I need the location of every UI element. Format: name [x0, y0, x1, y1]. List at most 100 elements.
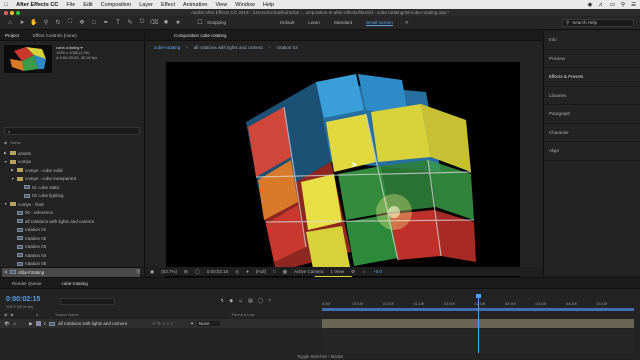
layer-label-swatch[interactable] — [35, 321, 41, 326]
rotate-tool-icon[interactable]: ↻ — [54, 19, 62, 27]
puppet-tool-icon[interactable]: ★ — [174, 19, 182, 27]
motion-blur-icon[interactable]: ◯ — [258, 298, 264, 304]
project-item[interactable]: rotation 03 — [2, 243, 140, 252]
project-item[interactable]: rotation 02 — [2, 234, 140, 243]
snapping-checkbox[interactable]: ☐ — [196, 19, 204, 27]
breadcrumb-rotation-03[interactable]: rotation 03 — [276, 45, 297, 50]
new-comp-icon[interactable]: ▩ — [20, 269, 24, 274]
fast-previews-icon[interactable]: ⚙ — [351, 269, 355, 275]
pen-tool-icon[interactable]: ✒ — [102, 19, 110, 27]
trash-icon[interactable]: 🗑 — [136, 269, 141, 274]
hand-tool-icon[interactable]: ✋ — [30, 19, 38, 27]
project-item[interactable]: rotation 01 — [2, 226, 140, 235]
twirl-icon[interactable]: ▶ — [4, 151, 8, 155]
brush-tool-icon[interactable]: ✎ — [126, 19, 134, 27]
twirl-icon[interactable]: ▶ — [11, 168, 15, 172]
exposure-value[interactable]: +0.0 — [373, 269, 382, 274]
workspace-learn[interactable]: Learn — [308, 20, 320, 26]
menu-effect[interactable]: Effect — [161, 2, 175, 8]
menu-list-icon[interactable]: ☰ — [631, 2, 636, 8]
shy-icon[interactable]: ☺ — [238, 298, 243, 304]
resolution-dropdown[interactable]: (Full) — [256, 269, 266, 274]
menu-layer[interactable]: Layer — [139, 2, 153, 8]
bpc-toggle[interactable]: 8 bpc — [28, 269, 38, 274]
home-icon[interactable]: ⌂ — [6, 19, 14, 27]
tab-project[interactable]: Project — [5, 33, 19, 38]
timeline-current-time[interactable]: 0:00:02:15 — [6, 296, 40, 303]
menu-edit[interactable]: Edit — [83, 2, 92, 8]
panel-libraries[interactable]: Libraries — [544, 87, 640, 105]
parent-spiral-icon[interactable]: ⚭ — [190, 321, 194, 327]
menu-file[interactable]: File — [66, 2, 75, 8]
project-item[interactable]: 01 cube static — [2, 183, 140, 192]
mask-visibility-icon[interactable]: ◯ — [195, 269, 200, 275]
composition-viewer[interactable]: ➤ — [166, 62, 520, 292]
tab-effect-controls[interactable]: Effect Controls (none) — [33, 33, 77, 38]
layer-row[interactable]: 👁 ♫ ▶ 1 all rotations with lights and ca… — [0, 319, 322, 328]
rectangle-tool-icon[interactable]: □ — [90, 19, 98, 27]
snapshot-icon[interactable]: ◎ — [235, 269, 239, 275]
magnification-dropdown[interactable]: (83.7%) — [161, 269, 177, 274]
battery-icon[interactable]: ▭ — [610, 2, 615, 8]
graph-editor-icon[interactable]: ≈ — [269, 298, 272, 304]
tab-composition[interactable]: Composition cube-rotating — [174, 33, 227, 38]
menu-view[interactable]: View — [215, 2, 227, 8]
workspace-standard[interactable]: Standard — [334, 20, 352, 26]
project-item[interactable]: 02 cube lighting — [2, 192, 140, 201]
new-folder-icon[interactable]: 🗀 — [12, 268, 16, 275]
menu-help[interactable]: Help — [263, 2, 274, 8]
show-channel-icon[interactable]: ● — [246, 269, 249, 274]
project-item[interactable]: all rotations with lights and camera — [2, 217, 140, 226]
label-column-icon[interactable]: ◆ — [4, 140, 7, 145]
name-column-header[interactable]: Name — [10, 140, 21, 145]
parent-link-column-header[interactable]: Parent & Link — [232, 313, 255, 317]
panel-effects-presets[interactable]: Effects & Presets — [544, 68, 640, 87]
menu-window[interactable]: Window — [235, 2, 255, 8]
clone-stamp-tool-icon[interactable]: ⎋ — [138, 19, 146, 27]
workspace-small-screen[interactable]: Small Screen — [366, 20, 393, 26]
reset-exposure-icon[interactable]: ☼ — [362, 269, 366, 274]
pan-behind-tool-icon[interactable]: ✥ — [78, 19, 86, 27]
parent-dropdown[interactable]: None — [196, 321, 220, 326]
project-item[interactable]: ▼ comps - final — [2, 200, 140, 209]
spotlight-icon[interactable]: ⚲ — [621, 2, 625, 8]
volume-icon[interactable]: ♬ — [598, 2, 604, 8]
app-menu[interactable]: After Effects CC — [16, 2, 58, 8]
3d-view-dropdown[interactable]: Active Camera — [294, 269, 324, 274]
camera-tool-icon[interactable]: ⛶ — [66, 19, 74, 27]
tab-timeline-cube-rotating[interactable]: cube-rotating — [62, 281, 88, 286]
menu-composition[interactable]: Composition — [101, 2, 132, 8]
panel-align[interactable]: Align — [544, 142, 640, 161]
layer-name[interactable]: all rotations with lights and camera — [58, 321, 127, 326]
twirl-icon[interactable]: ▼ — [4, 160, 8, 164]
project-search-input[interactable]: ⌕ — [4, 127, 140, 135]
panel-character[interactable]: Character — [544, 124, 640, 142]
eraser-tool-icon[interactable]: ⌫ — [150, 19, 158, 27]
audio-icon[interactable]: ♫ — [13, 321, 16, 326]
tab-render-queue[interactable]: Render Queue — [12, 281, 42, 286]
comp-mini-flowchart-icon[interactable]: ↯ — [220, 298, 224, 304]
visibility-eye-icon[interactable]: 👁 — [4, 321, 10, 327]
twirl-icon[interactable]: ▶ — [29, 321, 32, 327]
draft-3d-icon[interactable]: ◆ — [229, 298, 233, 304]
twirl-icon[interactable]: ▼ — [11, 177, 15, 181]
project-item[interactable]: rotation 04 — [2, 251, 140, 260]
timeline-search-input[interactable] — [60, 298, 115, 305]
project-item[interactable]: ▶ assets — [2, 149, 140, 158]
project-item[interactable]: ▼ comps — [2, 158, 140, 167]
workspace-default[interactable]: Default — [280, 20, 294, 26]
zoom-window-button[interactable] — [16, 10, 20, 15]
view-layout-dropdown[interactable]: 1 View — [331, 269, 344, 274]
project-item[interactable]: 00 - reference — [2, 209, 140, 218]
type-tool-icon[interactable]: T — [114, 19, 122, 27]
apple-icon[interactable]:  — [4, 2, 8, 8]
panel-preview[interactable]: Preview — [544, 50, 640, 68]
panel-paragraph[interactable]: Paragraph — [544, 105, 640, 124]
grid-guides-icon[interactable]: ⊞ — [184, 269, 188, 275]
zoom-tool-icon[interactable]: ⚲ — [42, 19, 50, 27]
workspace-overflow-icon[interactable]: » — [403, 19, 411, 27]
source-name-column-header[interactable]: Source Name — [55, 313, 78, 317]
roto-brush-tool-icon[interactable]: ✹ — [162, 19, 170, 27]
breadcrumb-all-rotations[interactable]: all rotations with lights and camera — [194, 45, 263, 50]
minimize-window-button[interactable] — [10, 10, 14, 15]
